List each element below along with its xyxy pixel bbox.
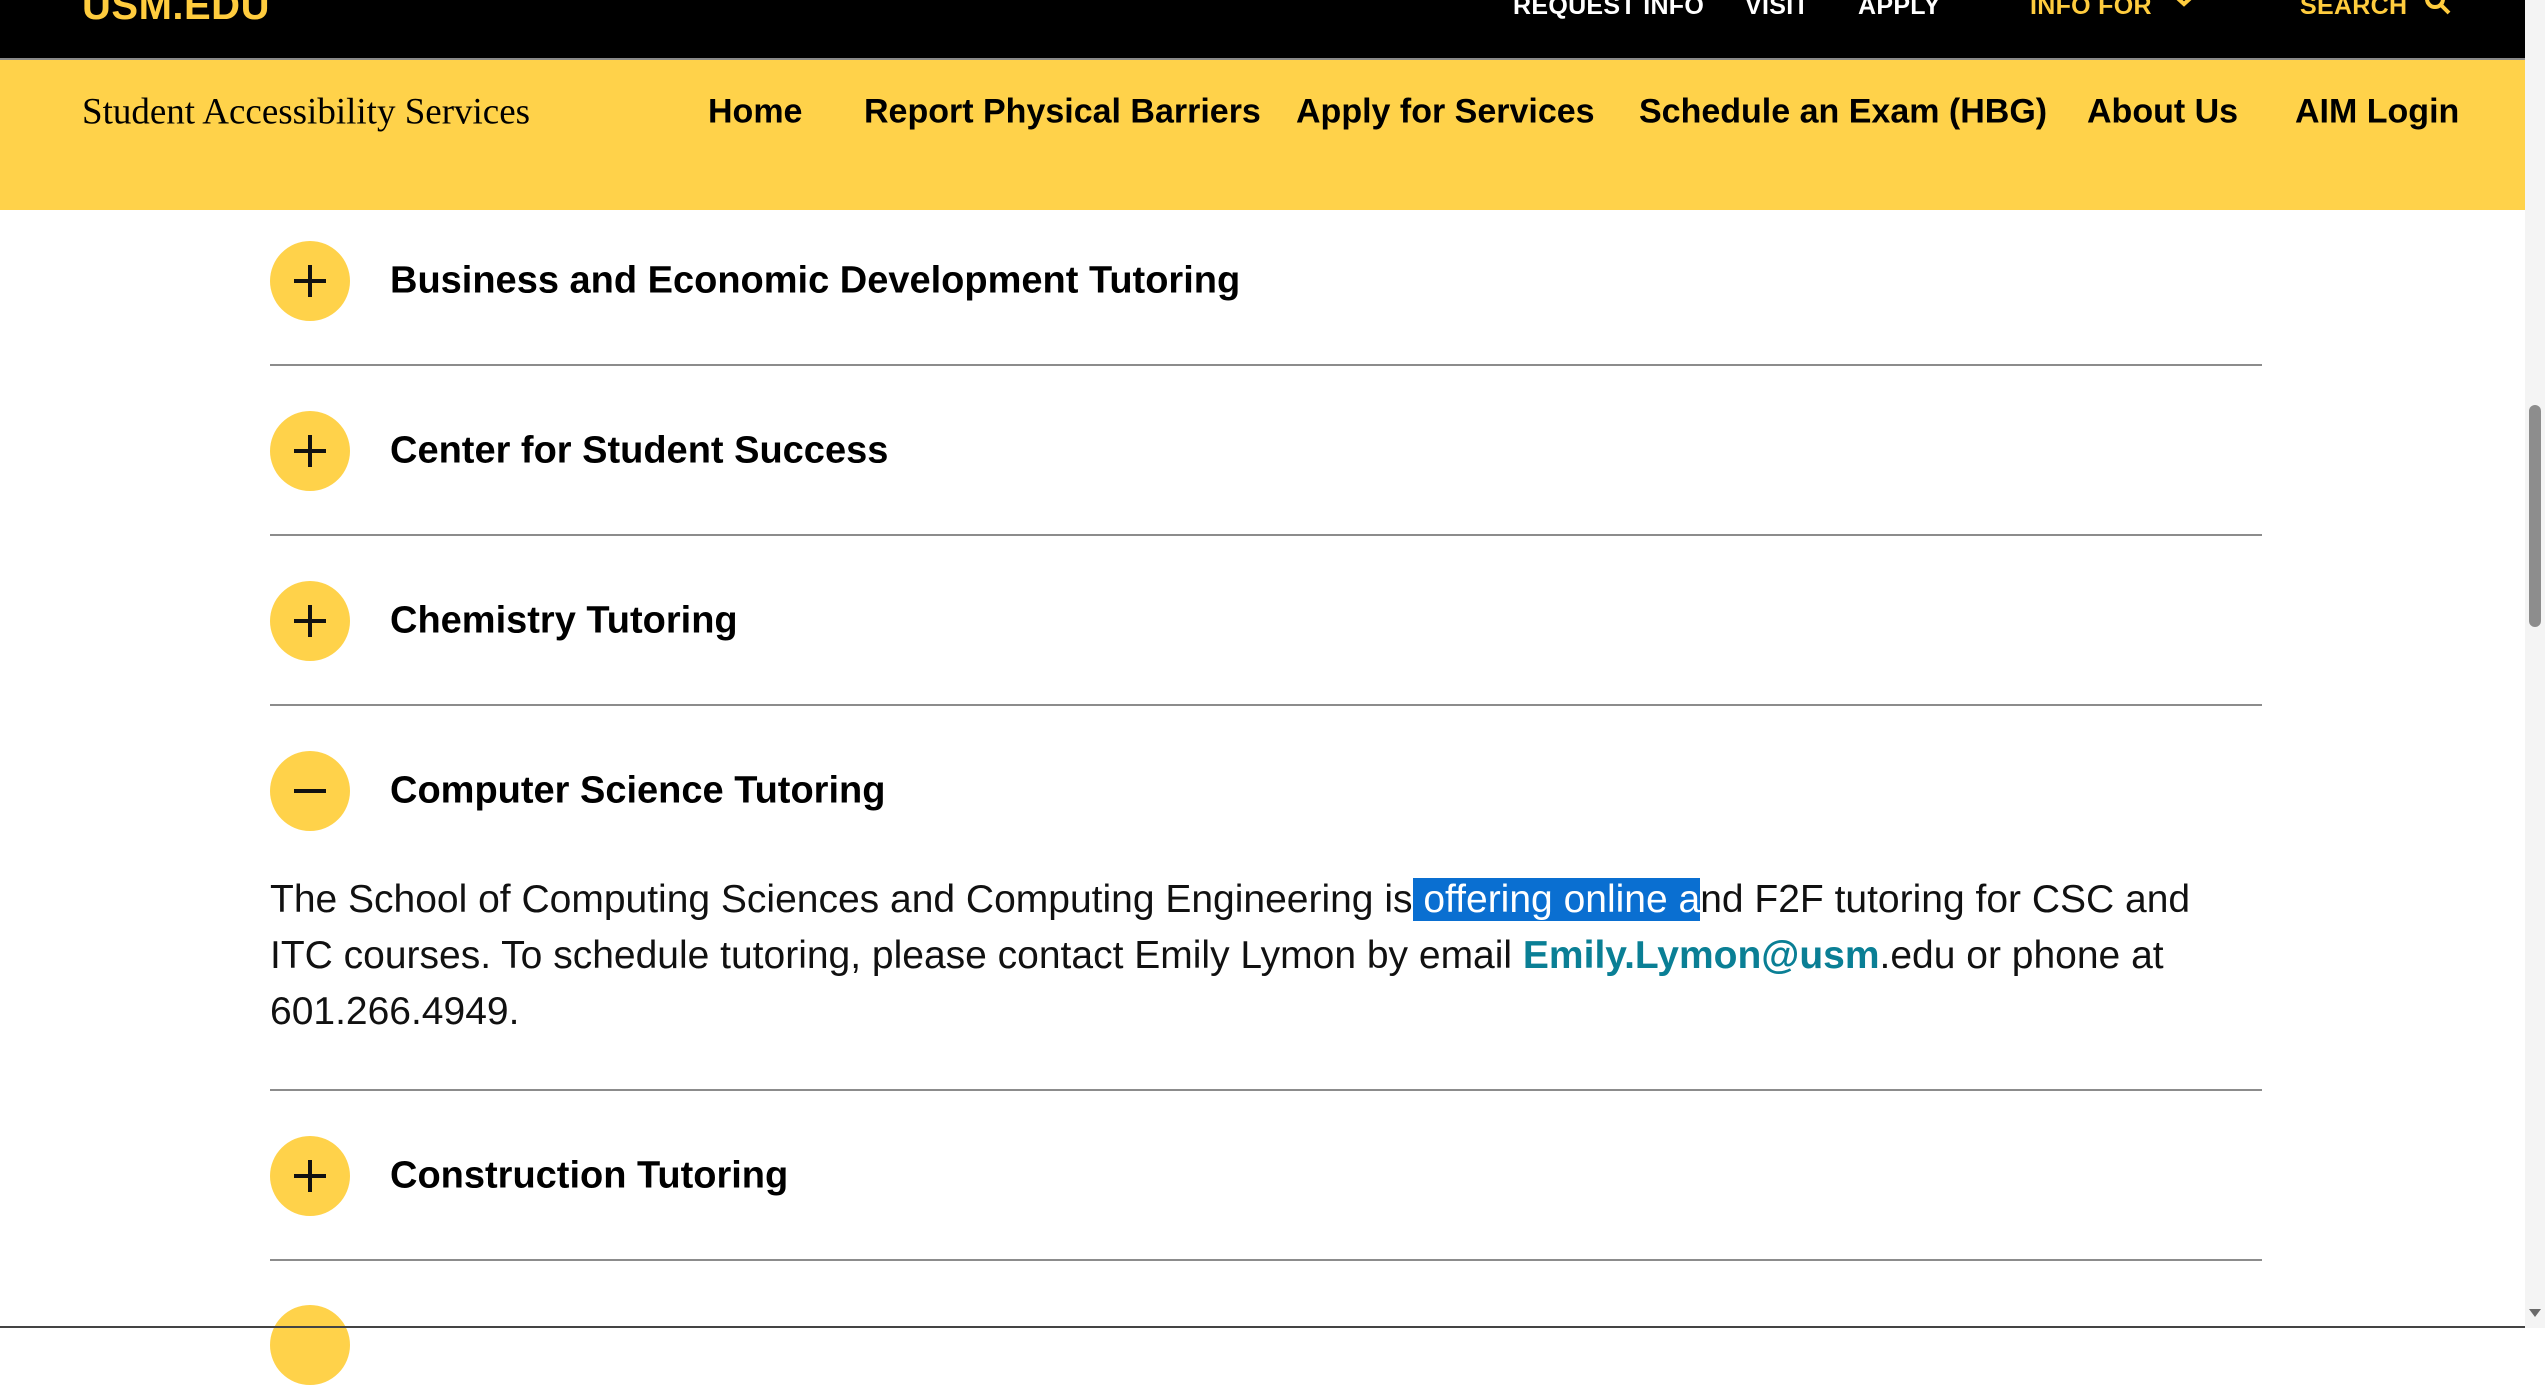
expand-plus-icon[interactable] <box>270 411 350 491</box>
nav-report-physical-barriers[interactable]: Report Physical Barriers <box>864 93 1261 132</box>
search-icon[interactable] <box>2424 0 2452 16</box>
scrollbar-thumb[interactable] <box>2529 405 2541 627</box>
nav-apply-for-services[interactable]: Apply for Services <box>1296 93 1595 132</box>
accordion-title-student-success[interactable]: Center for Student Success <box>390 430 888 473</box>
site-name-link[interactable]: Student Accessibility Services <box>82 91 530 134</box>
search-link[interactable]: SEARCH <box>2300 0 2407 24</box>
expand-plus-icon[interactable] <box>270 1136 350 1216</box>
accordion-divider <box>270 534 2262 536</box>
accordion-title-business[interactable]: Business and Economic Development Tutori… <box>390 260 1240 303</box>
nav-about-us[interactable]: About Us <box>2087 93 2238 132</box>
visit-link[interactable]: VISIT <box>1745 0 1809 24</box>
info-for-menu[interactable]: INFO FOR <box>2030 0 2152 24</box>
accordion-title-computer-science[interactable]: Computer Science Tutoring <box>390 770 885 813</box>
nav-home[interactable]: Home <box>708 93 802 132</box>
chevron-down-icon[interactable] <box>2171 0 2197 8</box>
nav-aim-login[interactable]: AIM Login <box>2295 93 2459 132</box>
accordion-title-construction[interactable]: Construction Tutoring <box>390 1155 788 1198</box>
scroll-down-arrow-icon[interactable] <box>2527 1306 2543 1320</box>
nav-schedule-an-exam[interactable]: Schedule an Exam (HBG) <box>1639 93 2047 132</box>
accordion-divider <box>270 1259 2262 1261</box>
expand-plus-icon[interactable] <box>270 241 350 321</box>
scrollbar-track[interactable] <box>2525 0 2545 1328</box>
accordion-divider <box>270 364 2262 366</box>
apply-link[interactable]: APPLY <box>1858 0 1941 24</box>
expand-plus-icon[interactable] <box>270 1305 350 1385</box>
expand-plus-icon[interactable] <box>270 581 350 661</box>
email-link[interactable]: Emily.Lymon@usm <box>1523 934 1880 977</box>
accordion-divider <box>270 704 2262 706</box>
site-navigation <box>0 60 2525 210</box>
utility-bar: USM.EDU REQUEST INFO VISIT APPLY INFO FO… <box>0 0 2525 60</box>
accordion-title-chemistry[interactable]: Chemistry Tutoring <box>390 600 738 643</box>
selected-text: offering online a <box>1412 878 1701 921</box>
usm-logo-link[interactable]: USM.EDU <box>82 0 270 34</box>
collapse-minus-icon[interactable] <box>270 751 350 831</box>
panel-text: The School of Computing Sciences and Com… <box>270 878 1413 921</box>
request-info-link[interactable]: REQUEST INFO <box>1513 0 1704 24</box>
accordion-divider <box>270 1089 2262 1091</box>
accordion-panel-computer-science: The School of Computing Sciences and Com… <box>270 872 2230 1040</box>
